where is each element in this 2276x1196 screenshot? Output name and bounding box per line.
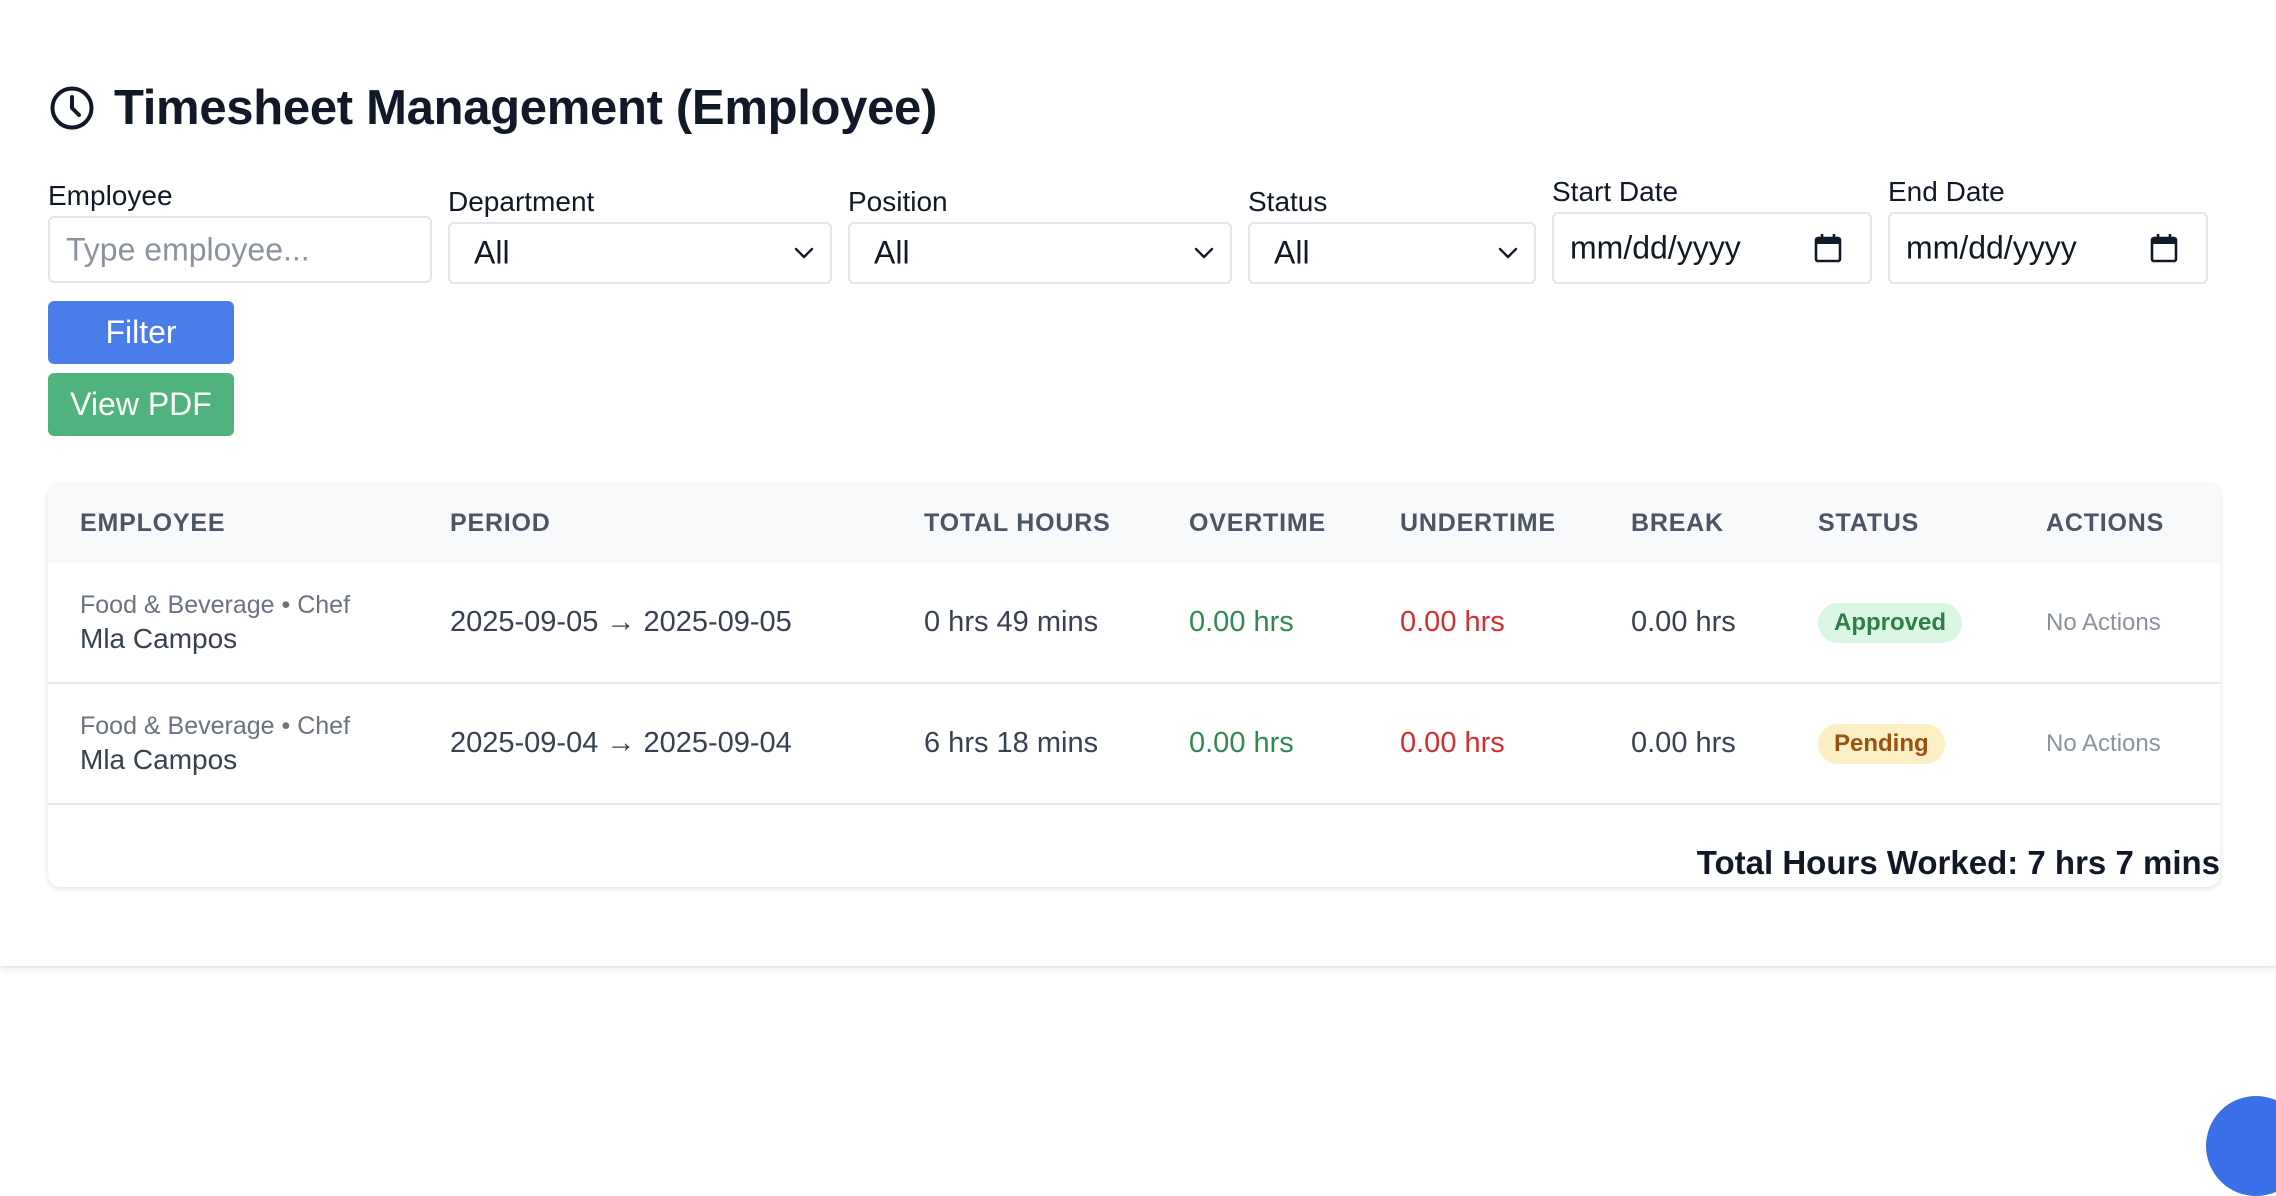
column-header-total-hours: TOTAL HOURS [924,509,1111,537]
position-select[interactable]: All [848,222,1232,284]
chevron-down-icon [1194,247,1214,259]
status-badge: Pending [1818,723,1945,764]
employee-search-input[interactable]: Type employee... [48,216,432,283]
column-header-undertime: UNDERTIME [1400,509,1556,537]
table-row: Food & Beverage • Chef Mla Campos 2025-0… [48,684,2220,805]
column-header-period: PERIOD [450,509,551,537]
timesheet-table: EMPLOYEE PERIOD TOTAL HOURS OVERTIME UND… [48,483,2220,887]
column-header-overtime: OVERTIME [1189,509,1326,537]
period-cell: 2025-09-04 → 2025-09-04 [450,727,792,759]
break-cell: 0.00 hrs [1631,727,1736,759]
end-date-input[interactable]: mm/dd/yyyy [1888,212,2208,284]
overtime-cell: 0.00 hrs [1189,727,1294,759]
employee-label: Employee [48,180,173,211]
table-row: Food & Beverage • Chef Mla Campos 2025-0… [48,563,2220,684]
undertime-cell: 0.00 hrs [1400,606,1505,638]
department-select[interactable]: All [448,222,832,284]
total-hours-worked: Total Hours Worked: 7 hrs 7 mins [1696,844,2220,881]
end-date-label: End Date [1888,176,2005,207]
employee-filter: Employee Type employee... [48,178,432,284]
start-date-filter: Start Date mm/dd/yyyy [1552,174,1872,284]
employee-meta: Food & Beverage • Chef [80,711,351,740]
column-header-employee: EMPLOYEE [80,509,226,537]
actions-cell: No Actions [2046,684,2161,803]
status-cell: Approved [1818,563,1963,682]
page-header: Timesheet Management (Employee) [48,78,937,138]
employee-meta: Food & Beverage • Chef [80,590,351,619]
no-actions-text: No Actions [2046,729,2161,757]
department-select-value: All [474,234,510,271]
status-badge: Approved [1818,602,1963,643]
floating-action-button[interactable] [2206,1096,2276,1196]
position-select-value: All [874,234,910,271]
calendar-icon[interactable] [2150,233,2178,263]
start-date-label: Start Date [1552,176,1679,207]
position-label: Position [848,186,948,217]
column-header-break: BREAK [1631,509,1724,537]
column-header-status: STATUS [1818,509,1920,537]
clock-icon [50,86,94,130]
status-select-value: All [1274,234,1310,271]
position-filter: Position All [848,184,1232,284]
no-actions-text: No Actions [2046,608,2161,636]
employee-name: Mla Campos [80,622,238,654]
view-pdf-button[interactable]: View PDF [48,373,234,436]
employee-cell: Food & Beverage • Chef Mla Campos [80,563,350,682]
page-title: Timesheet Management (Employee) [114,81,938,135]
column-header-actions: ACTIONS [2046,509,2165,537]
start-date-placeholder: mm/dd/yyyy [1570,229,1741,266]
period-cell: 2025-09-05 → 2025-09-05 [450,606,792,638]
calendar-icon[interactable] [1814,233,1842,263]
total-hours-cell: 0 hrs 49 mins [924,606,1099,638]
actions-cell: No Actions [2046,563,2161,682]
status-filter: Status All [1248,184,1536,284]
status-select[interactable]: All [1248,222,1536,284]
chevron-down-icon [794,247,814,259]
chevron-down-icon [1498,247,1518,259]
overtime-cell: 0.00 hrs [1189,606,1294,638]
main-panel: Timesheet Management (Employee) Employee… [0,0,2276,966]
employee-cell: Food & Beverage • Chef Mla Campos [80,684,350,803]
department-filter: Department All [448,184,832,284]
break-cell: 0.00 hrs [1631,606,1736,638]
employee-name: Mla Campos [80,743,238,775]
end-date-filter: End Date mm/dd/yyyy [1888,174,2208,284]
status-label: Status [1248,186,1328,217]
end-date-placeholder: mm/dd/yyyy [1906,229,2077,266]
employee-input-placeholder: Type employee... [66,231,310,267]
table-header: EMPLOYEE PERIOD TOTAL HOURS OVERTIME UND… [48,483,2220,563]
undertime-cell: 0.00 hrs [1400,727,1505,759]
department-label: Department [448,186,595,217]
start-date-input[interactable]: mm/dd/yyyy [1552,212,1872,284]
filter-button[interactable]: Filter [48,301,234,364]
total-hours-cell: 6 hrs 18 mins [924,727,1099,759]
status-cell: Pending [1818,684,1945,803]
